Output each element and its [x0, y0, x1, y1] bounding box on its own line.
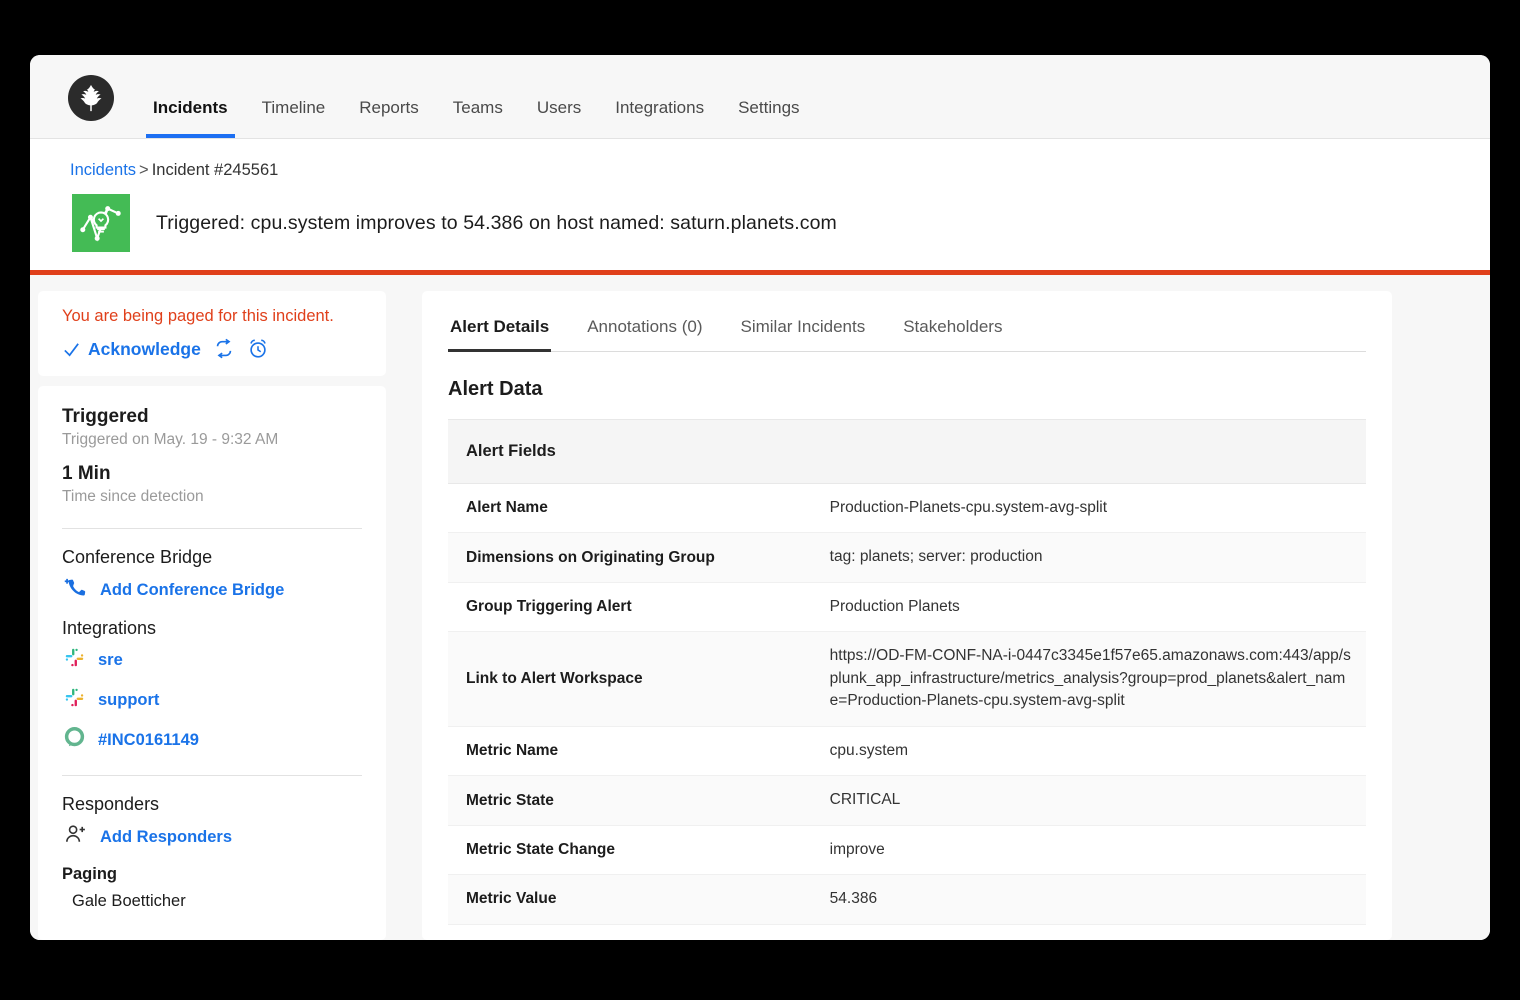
oak-leaf-logo-icon[interactable]	[68, 75, 114, 121]
nav-item-integrations[interactable]: Integrations	[598, 99, 721, 138]
row-key: Metric Value	[448, 875, 812, 924]
row-value: cpu.system	[812, 726, 1366, 775]
add-user-icon	[64, 823, 87, 851]
row-key: Metric Name	[448, 726, 812, 775]
alert-fields-header: Alert Fields	[448, 420, 1366, 484]
table-row: Dimensions on Originating Group tag: pla…	[448, 533, 1366, 582]
alert-fields-table: Alert Fields Alert Name Production-Plane…	[448, 419, 1366, 940]
row-value: Production-Planets-cpu.system-avg-split	[812, 484, 1366, 533]
triggered-alert-icon	[72, 194, 130, 252]
incident-state-subtitle: Triggered on May. 19 - 9:32 AM	[62, 431, 362, 449]
breadcrumb-current: Incident #245561	[152, 161, 279, 179]
integration-item-support[interactable]: support	[64, 687, 362, 713]
add-responders-link[interactable]: Add Responders	[100, 828, 232, 847]
row-key: Group Triggering Alert	[448, 582, 812, 631]
responders-heading: Responders	[62, 794, 362, 815]
paged-card: You are being paged for this incident. A…	[38, 291, 386, 376]
app-window: Incidents Timeline Reports Teams Users I…	[30, 55, 1490, 940]
nav-item-reports[interactable]: Reports	[342, 99, 436, 138]
incident-duration: 1 Min	[62, 463, 362, 485]
phone-add-icon	[64, 576, 87, 604]
row-key: Metric State	[448, 776, 812, 825]
conference-bridge-heading: Conference Bridge	[62, 547, 362, 568]
row-value: true	[812, 924, 1366, 940]
integration-item-servicenow[interactable]: #INC0161149	[64, 727, 362, 753]
table-row: Metric Name cpu.system	[448, 726, 1366, 775]
breadcrumb-link-incidents[interactable]: Incidents	[70, 161, 136, 179]
acknowledge-button[interactable]: Acknowledge	[62, 339, 201, 360]
nav-item-incidents[interactable]: Incidents	[136, 99, 245, 138]
alert-details-panel: Alert Details Annotations (0) Similar In…	[422, 291, 1392, 940]
reassign-icon[interactable]	[213, 338, 235, 360]
row-key: Metric State Change	[448, 825, 812, 874]
row-value: 54.386	[812, 875, 1366, 924]
row-key: Alert Name	[448, 484, 812, 533]
table-row: Group Triggering Alert Production Planet…	[448, 582, 1366, 631]
table-row: Metric State CRITICAL	[448, 776, 1366, 825]
acknowledge-row: Acknowledge	[62, 338, 362, 360]
row-value: Production Planets	[812, 582, 1366, 631]
integration-item-sre[interactable]: sre	[64, 647, 362, 673]
nav-item-list: Incidents Timeline Reports Teams Users I…	[136, 55, 817, 138]
incident-duration-label: Time since detection	[62, 488, 362, 506]
integrations-heading: Integrations	[62, 618, 362, 639]
nav-item-settings[interactable]: Settings	[721, 99, 816, 138]
divider	[62, 528, 362, 529]
breadcrumb: Incidents>Incident #245561	[30, 139, 1490, 180]
tab-annotations[interactable]: Annotations (0)	[585, 313, 704, 351]
nav-item-timeline[interactable]: Timeline	[245, 99, 343, 138]
nav-item-teams[interactable]: Teams	[436, 99, 520, 138]
incident-title: Triggered: cpu.system improves to 54.386…	[156, 212, 837, 235]
add-conference-bridge-row[interactable]: Add Conference Bridge	[64, 576, 362, 604]
table-row: Metric State Change improve	[448, 825, 1366, 874]
integration-label-sre[interactable]: sre	[98, 651, 123, 670]
add-responders-row[interactable]: Add Responders	[64, 823, 362, 851]
acknowledge-label: Acknowledge	[88, 339, 201, 360]
tab-similar-incidents[interactable]: Similar Incidents	[739, 313, 868, 351]
row-value: tag: planets; server: production	[812, 533, 1366, 582]
nav-item-users[interactable]: Users	[520, 99, 598, 138]
incident-detail-card: Triggered Triggered on May. 19 - 9:32 AM…	[38, 386, 386, 940]
row-key: Dimensions on Originating Group	[448, 533, 812, 582]
incident-header: Triggered: cpu.system improves to 54.386…	[30, 180, 1490, 270]
table-header-row: Alert Fields	[448, 420, 1366, 484]
row-key: Link to Alert Workspace	[448, 632, 812, 726]
incident-state-title: Triggered	[62, 406, 362, 428]
tab-alert-details[interactable]: Alert Details	[448, 313, 551, 351]
alert-data-heading: Alert Data	[448, 378, 1366, 401]
panel-tab-list: Alert Details Annotations (0) Similar In…	[448, 313, 1366, 352]
check-icon	[62, 340, 81, 359]
breadcrumb-separator: >	[139, 161, 149, 179]
divider	[62, 775, 362, 776]
integration-label-servicenow[interactable]: #INC0161149	[98, 731, 199, 750]
tab-stakeholders[interactable]: Stakeholders	[901, 313, 1004, 351]
incident-body: You are being paged for this incident. A…	[30, 275, 1490, 940]
slack-icon	[64, 647, 85, 673]
table-row: Link to Alert Workspace https://OD-FM-CO…	[448, 632, 1366, 726]
top-navigation-bar: Incidents Timeline Reports Teams Users I…	[30, 55, 1490, 139]
add-conference-bridge-link[interactable]: Add Conference Bridge	[100, 581, 284, 600]
paging-user-name: Gale Boetticher	[72, 892, 362, 911]
paged-notice: You are being paged for this incident.	[62, 307, 362, 326]
table-row: Alert Name Production-Planets-cpu.system…	[448, 484, 1366, 533]
row-value: https://OD-FM-CONF-NA-i-0447c3345e1f57e6…	[812, 632, 1366, 726]
incident-sidebar: You are being paged for this incident. A…	[38, 291, 386, 940]
table-row: ServiceNow_Integration true	[448, 924, 1366, 940]
row-value: CRITICAL	[812, 776, 1366, 825]
alarm-clock-icon[interactable]	[247, 338, 269, 360]
row-value: improve	[812, 825, 1366, 874]
servicenow-icon	[64, 727, 85, 753]
row-key: ServiceNow_Integration	[448, 924, 812, 940]
slack-icon	[64, 687, 85, 713]
paging-heading: Paging	[62, 865, 362, 884]
integration-label-support[interactable]: support	[98, 691, 159, 710]
table-row: Metric Value 54.386	[448, 875, 1366, 924]
